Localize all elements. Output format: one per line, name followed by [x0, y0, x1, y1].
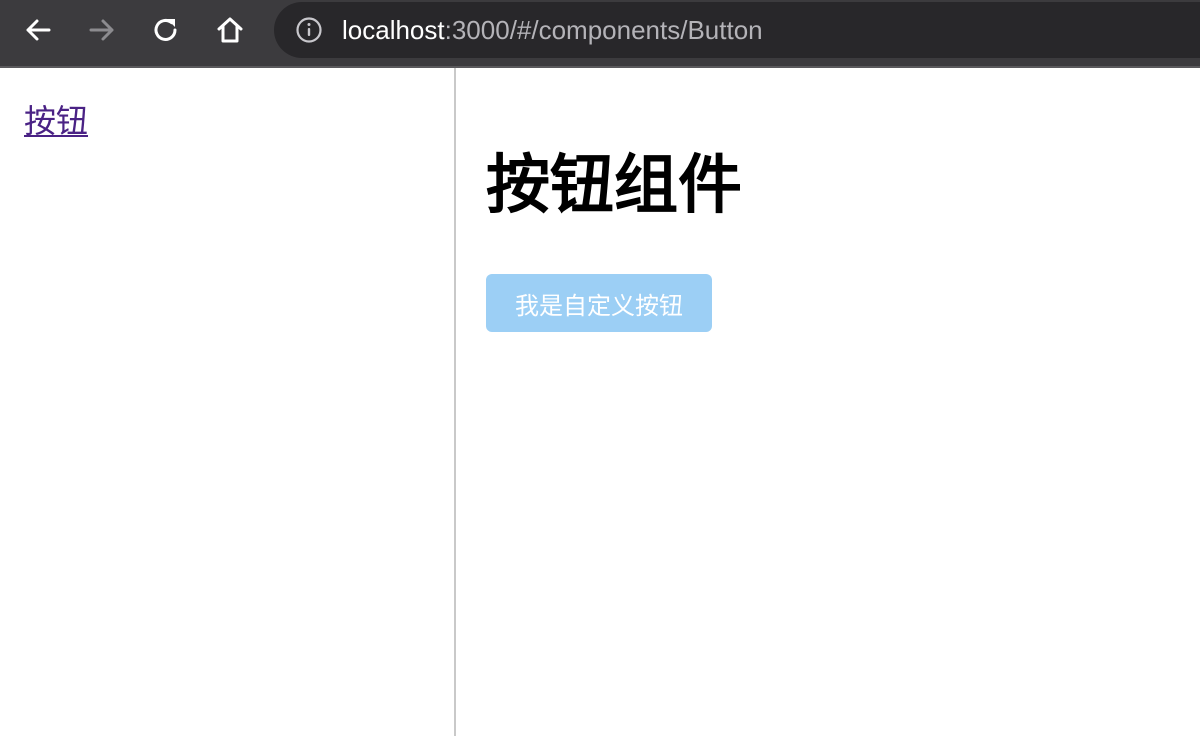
custom-button[interactable]: 我是自定义按钮	[486, 274, 712, 332]
back-arrow-icon	[26, 19, 51, 41]
sidebar: 按钮	[0, 68, 456, 736]
info-icon[interactable]	[296, 17, 322, 43]
browser-toolbar: localhost:3000/#/components/Button	[0, 0, 1200, 68]
sidebar-item-button[interactable]: 按钮	[24, 100, 88, 142]
page-title: 按钮组件	[486, 149, 742, 223]
home-button[interactable]	[210, 10, 250, 50]
home-icon	[217, 17, 243, 43]
reload-icon	[154, 19, 177, 41]
url-text: localhost:3000/#/components/Button	[342, 2, 763, 58]
back-button[interactable]	[18, 10, 58, 50]
forward-button[interactable]	[82, 10, 122, 50]
reload-button[interactable]	[146, 10, 186, 50]
url-host: localhost	[342, 15, 445, 45]
forward-arrow-icon	[89, 19, 114, 41]
url-path: :3000/#/components/Button	[444, 15, 763, 45]
address-bar[interactable]: localhost:3000/#/components/Button	[274, 2, 1200, 58]
main-content: 按钮组件 我是自定义按钮	[456, 68, 1200, 736]
